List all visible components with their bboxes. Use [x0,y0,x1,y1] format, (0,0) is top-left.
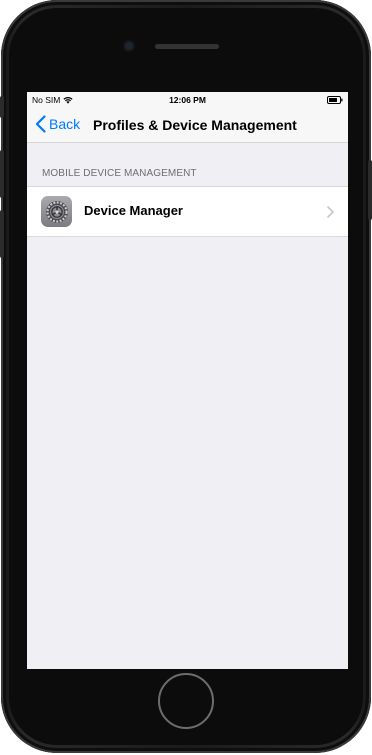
back-label: Back [49,116,81,132]
front-camera [125,42,133,50]
power-button [368,160,372,220]
home-button[interactable] [158,673,214,729]
mute-switch [0,96,4,118]
phone-screen: No SIM 12:06 PM Back Profiles & Device M… [27,92,348,669]
gear-icon [45,200,68,223]
battery-icon [327,96,343,104]
settings-gear-icon [41,196,72,227]
status-time: 12:06 PM [169,95,206,105]
list-item-device-manager[interactable]: Device Manager [27,186,348,237]
volume-down-button [0,210,4,258]
section-header: MOBILE DEVICE MANAGEMENT [42,168,197,179]
status-bar: No SIM 12:06 PM [27,92,348,108]
back-button[interactable]: Back [35,115,80,133]
volume-up-button [0,150,4,198]
chevron-left-icon [35,115,46,133]
navigation-bar: Back Profiles & Device Management [27,108,348,143]
earpiece-speaker [155,44,219,49]
chevron-right-icon [327,206,334,218]
list-item-label: Device Manager [84,203,183,218]
page-title: Profiles & Device Management [93,117,297,133]
